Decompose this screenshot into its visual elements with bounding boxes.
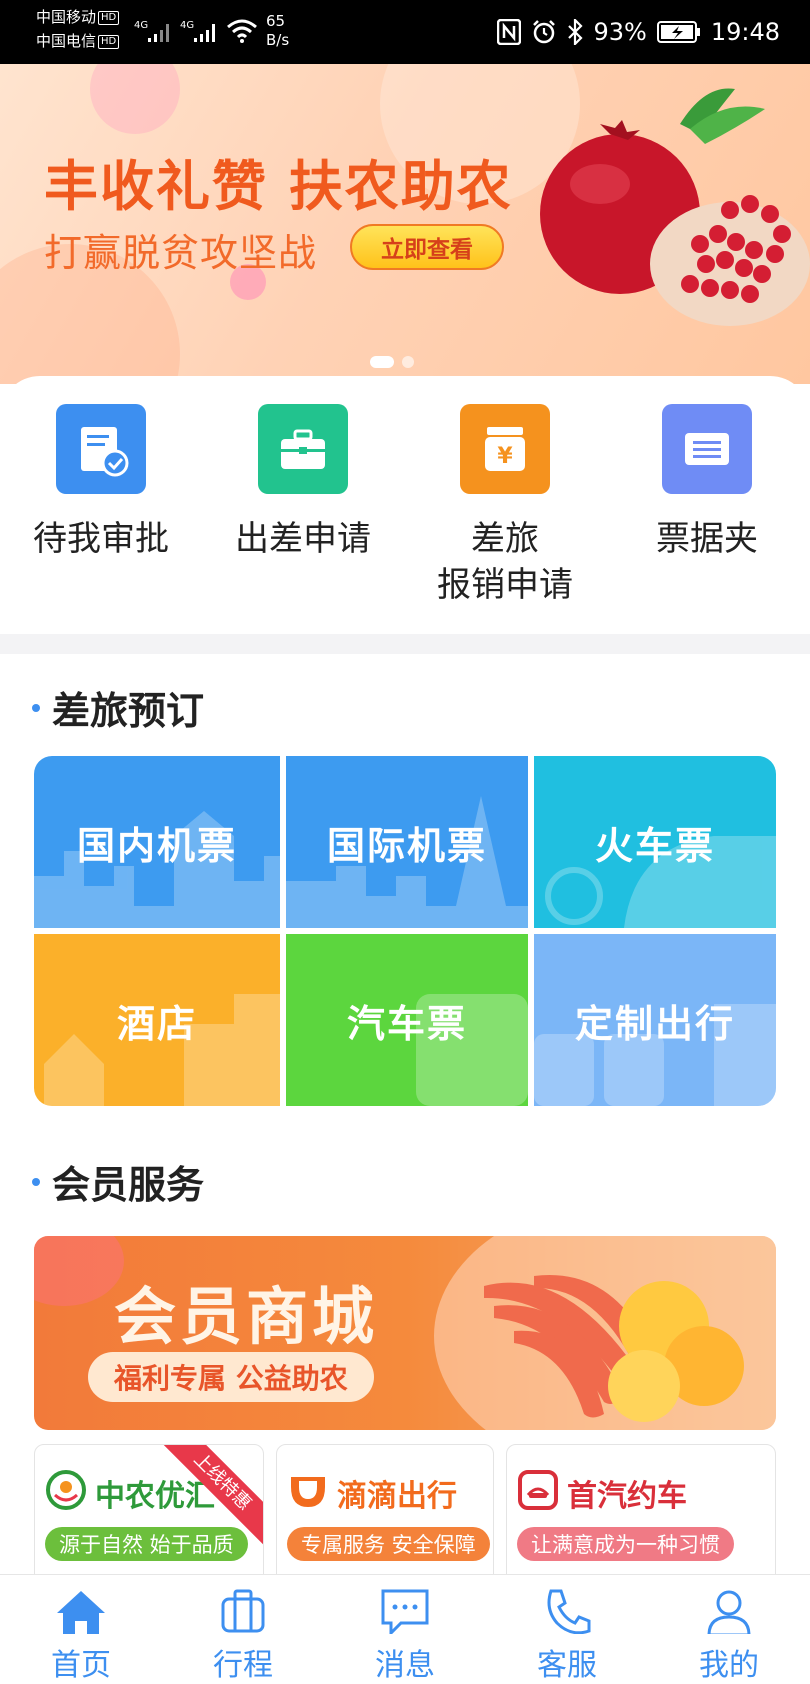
yen-jar-icon: ¥ — [460, 404, 550, 494]
quick-action-label: 差旅 报销申请 — [437, 519, 573, 605]
clock-time: 19:48 — [710, 18, 780, 46]
app-root: 中国移动 HD 中国电信 HD 4G 4G 65 B/s 93% 19:48 丰… — [0, 0, 810, 1684]
quick-action-reimbursement[interactable]: ¥ 差旅 报销申请 — [404, 404, 606, 608]
carrier-2-label: 中国电信 — [36, 32, 97, 50]
member-mall-banner[interactable]: 会员商城 福利专属 公益助农 — [34, 1236, 776, 1430]
tab-home[interactable]: 首页 — [0, 1575, 162, 1684]
booking-title-text: 差旅预订 — [52, 689, 205, 733]
tab-itinerary[interactable]: 行程 — [162, 1575, 324, 1684]
hd-badge-2: HD — [98, 34, 120, 49]
tile-train[interactable]: 火车票 — [534, 756, 776, 928]
partner-tagline: 源于自然 始于品质 — [45, 1527, 248, 1561]
section-bullet — [32, 703, 40, 712]
tab-label: 消息 — [375, 1648, 435, 1683]
partner-cards: 中农优汇 源于自然 始于品质 上线特惠 滴滴出行 专属服务 安全保障 首汽约车 … — [34, 1444, 776, 1584]
carrier-1-label: 中国移动 — [36, 8, 97, 26]
carrier-2: 中国电信 HD — [36, 32, 120, 50]
tile-label: 定制出行 — [574, 1001, 735, 1046]
banner-subtitle: 打赢脱贫攻坚战 — [44, 231, 318, 275]
svg-text:¥: ¥ — [497, 444, 513, 469]
net-speed-unit: B/s — [266, 31, 290, 49]
partner-card-zhongnong[interactable]: 中农优汇 源于自然 始于品质 上线特惠 — [34, 1444, 264, 1584]
approval-doc-icon — [56, 404, 146, 494]
partner-name: 滴滴出行 — [337, 1479, 457, 1514]
ticket-folder-icon — [662, 404, 752, 494]
didi-logo-icon — [291, 1477, 325, 1507]
pomegranate-image — [540, 88, 810, 326]
nfc-icon — [497, 19, 522, 45]
tab-label: 行程 — [213, 1648, 273, 1683]
banner-view-button[interactable]: 立即查看 — [350, 224, 504, 270]
fruit-image — [484, 1275, 744, 1422]
banner-deco-blob — [90, 64, 180, 134]
banner-dot-active[interactable] — [370, 356, 394, 368]
phone-icon — [547, 1589, 591, 1634]
message-icon — [381, 1589, 429, 1634]
quick-action-label: 出差申请 — [235, 519, 371, 559]
wifi-icon — [227, 19, 257, 43]
battery-percent: 93% — [593, 18, 647, 46]
partner-card-shouqi[interactable]: 首汽约车 让满意成为一种习惯 — [506, 1444, 776, 1584]
user-icon — [707, 1590, 751, 1634]
booking-grid: 国内机票 国际机票 火车票 酒店 汽车票 定制出行 — [34, 756, 776, 1106]
svg-text:4G: 4G — [134, 20, 148, 31]
tile-label: 火车票 — [594, 823, 715, 868]
booking-section-title: 差旅预订 — [32, 680, 204, 735]
mall-deco-blob — [34, 1236, 124, 1306]
tile-domestic-flight[interactable]: 国内机票 — [34, 756, 280, 928]
tile-hotel[interactable]: 酒店 — [34, 934, 280, 1106]
tile-international-flight[interactable]: 国际机票 — [286, 756, 528, 928]
signal-2-icon: 4G — [180, 20, 215, 42]
briefcase-icon — [258, 404, 348, 494]
alarm-icon — [533, 20, 556, 44]
mall-subtitle: 福利专属 公益助农 — [88, 1352, 374, 1402]
tile-label: 酒店 — [116, 1001, 197, 1046]
partner-card-didi[interactable]: 滴滴出行 专属服务 安全保障 — [276, 1444, 494, 1584]
partner-tagline: 专属服务 安全保障 — [287, 1527, 490, 1561]
zhongnong-logo-icon — [46, 1470, 86, 1510]
net-speed: 65 B/s — [266, 12, 289, 50]
section-bullet — [32, 1177, 40, 1186]
battery-icon — [656, 21, 700, 43]
partner-name: 首汽约车 — [567, 1479, 687, 1514]
quick-action-ticket-folder[interactable]: 票据夹 — [606, 404, 808, 562]
banner-pagination — [370, 356, 414, 368]
bluetooth-icon — [568, 19, 584, 45]
tile-label: 国内机票 — [76, 823, 237, 868]
member-section-title: 会员服务 — [32, 1154, 204, 1209]
bottom-tab-bar: 首页 行程 消息 客服 我的 — [0, 1574, 810, 1684]
tab-label: 我的 — [699, 1648, 759, 1683]
banner-dot[interactable] — [402, 356, 414, 368]
mall-title: 会员商城 — [114, 1280, 379, 1353]
tab-messages[interactable]: 消息 — [324, 1575, 486, 1684]
banner-title: 丰收礼赞 扶农助农 — [44, 155, 513, 218]
svg-text:4G: 4G — [180, 20, 194, 31]
status-bar: 中国移动 HD 中国电信 HD 4G 4G 65 B/s 93% 19:48 — [0, 0, 810, 64]
section-divider — [0, 634, 810, 654]
luggage-icon — [221, 1589, 265, 1633]
shouqi-logo-icon — [518, 1470, 558, 1510]
tile-custom-travel[interactable]: 定制出行 — [534, 934, 776, 1106]
carrier-1: 中国移动 HD — [36, 8, 120, 26]
tab-profile[interactable]: 我的 — [648, 1575, 810, 1684]
home-icon — [57, 1591, 105, 1634]
tile-label: 汽车票 — [346, 1001, 467, 1046]
quick-action-label: 待我审批 — [33, 519, 169, 559]
tile-bus[interactable]: 汽车票 — [286, 934, 528, 1106]
tab-label: 首页 — [51, 1648, 111, 1683]
tab-label: 客服 — [537, 1648, 597, 1683]
quick-action-label: 票据夹 — [656, 519, 758, 559]
net-speed-value: 65 — [266, 12, 286, 30]
status-right: 93% 19:48 — [497, 14, 780, 50]
hd-badge-1: HD — [98, 10, 120, 25]
promo-banner[interactable]: 丰收礼赞 扶农助农 打赢脱贫攻坚战 立即查看 — [0, 64, 810, 384]
tile-label: 国际机票 — [326, 823, 487, 868]
signal-1-icon: 4G — [134, 20, 169, 42]
member-title-text: 会员服务 — [52, 1163, 205, 1207]
quick-actions: 待我审批 出差申请 ¥ 差旅 报销申请 票据夹 — [0, 376, 810, 634]
quick-action-trip-request[interactable]: 出差申请 — [202, 404, 404, 562]
tab-support[interactable]: 客服 — [486, 1575, 648, 1684]
partner-tagline: 让满意成为一种习惯 — [517, 1527, 734, 1561]
quick-action-approval[interactable]: 待我审批 — [0, 404, 202, 562]
